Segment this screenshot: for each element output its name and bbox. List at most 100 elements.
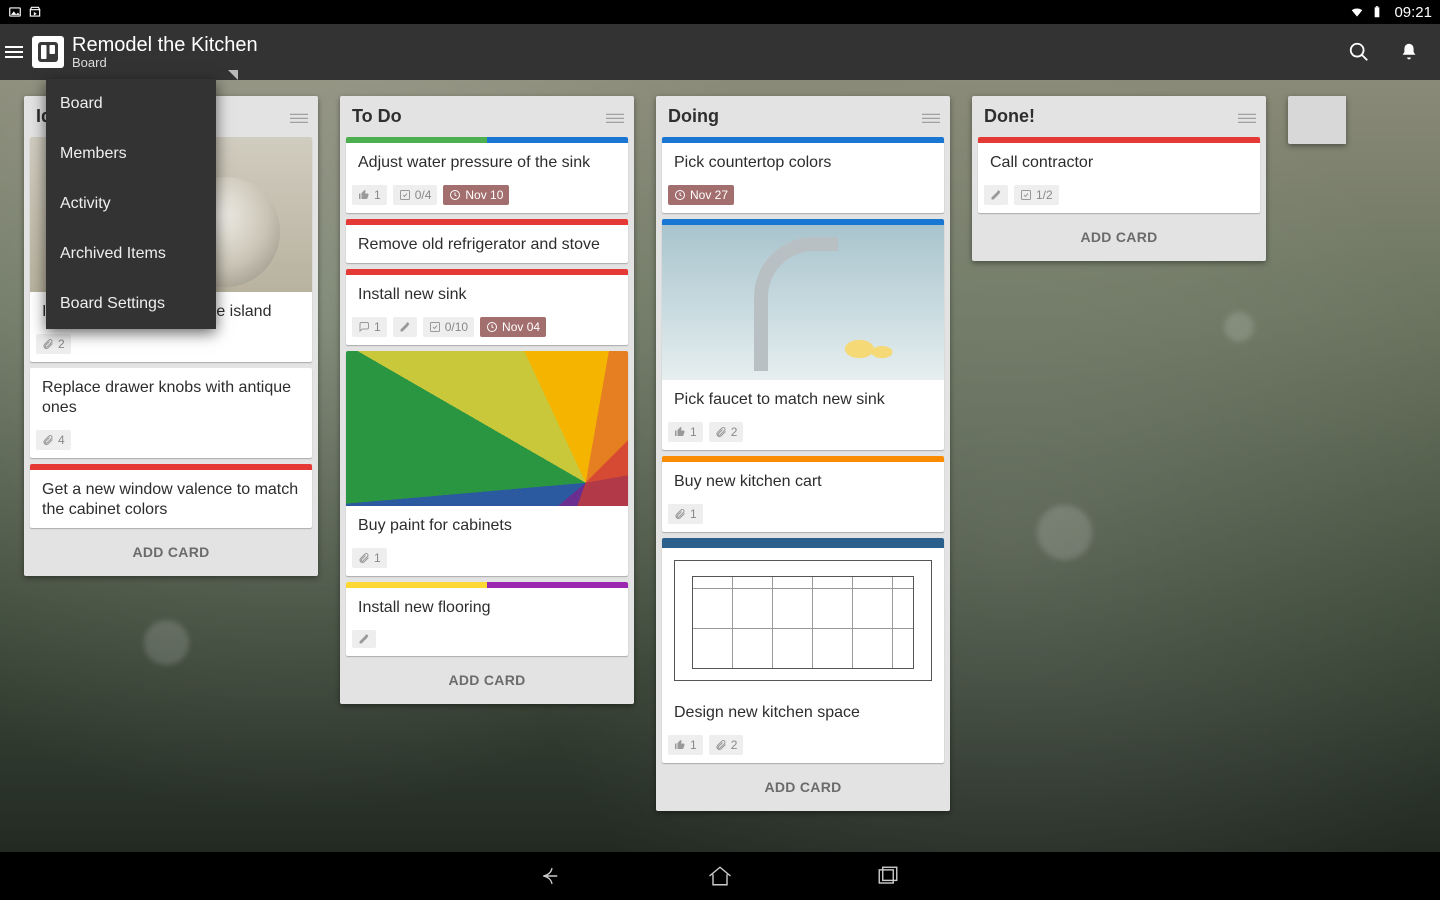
add-card-button[interactable]: ADD CARD (656, 765, 950, 811)
list-title: To Do (352, 106, 606, 127)
card-badges: 1 0/10 Nov 04 (346, 313, 628, 345)
card[interactable]: Adjust water pressure of the sink10/4Nov… (346, 137, 628, 213)
dropdown-item[interactable]: Board Settings (46, 279, 216, 329)
search-icon[interactable] (1348, 41, 1370, 63)
bell-icon[interactable] (1398, 41, 1420, 63)
card-title: Design new kitchen space (674, 703, 932, 723)
card-body: Install new sink (346, 275, 628, 313)
list-menu-icon[interactable]: ——— (290, 111, 306, 123)
dropdown-item[interactable]: Members (46, 129, 216, 179)
cards-container: Adjust water pressure of the sink10/4Nov… (340, 137, 634, 658)
card-body: Design new kitchen space (662, 693, 944, 731)
badge-comment: 1 (352, 317, 387, 337)
card-title: Replace drawer knobs with antique ones (42, 378, 300, 418)
card-labels (346, 219, 628, 225)
app-actionbar: Remodel the Kitchen Board (0, 24, 1440, 80)
clock-text: 09:21 (1394, 4, 1432, 21)
card[interactable]: Replace drawer knobs with antique ones 4 (30, 368, 312, 458)
card[interactable]: Buy new kitchen cart 1 (662, 456, 944, 532)
card-badges: Nov 27 (662, 181, 944, 213)
add-card-button[interactable]: ADD CARD (24, 530, 318, 576)
list[interactable]: Done!———Call contractor1/2ADD CARD (972, 96, 1266, 261)
board-dropdown-menu[interactable]: BoardMembersActivityArchived ItemsBoard … (46, 79, 216, 329)
add-card-button[interactable]: ADD CARD (340, 658, 634, 704)
card-title: Get a new window valence to match the ca… (42, 480, 300, 520)
list-menu-icon[interactable]: ——— (606, 111, 622, 123)
play-store-icon (28, 5, 42, 19)
dropdown-item[interactable]: Activity (46, 179, 216, 229)
add-list-stub[interactable] (1288, 96, 1346, 144)
list[interactable]: Doing———Pick countertop colorsNov 27Pick… (656, 96, 950, 811)
card[interactable]: Pick countertop colors Nov 27 (662, 137, 944, 213)
home-icon[interactable] (706, 862, 734, 890)
badge-check: 1/2 (1014, 185, 1059, 205)
card[interactable]: Install new sink 1 0/10 Nov 04 (346, 269, 628, 345)
badge-pencil (393, 317, 417, 337)
card-badges: 2 (30, 330, 312, 362)
drawer-button[interactable] (0, 24, 28, 80)
badge-clock: Nov 27 (668, 185, 734, 205)
badge-thumb: 1 (668, 735, 703, 755)
card-cover-image (346, 351, 628, 506)
card-body: Replace drawer knobs with antique ones (30, 368, 312, 426)
cards-container: Call contractor 1/2 (972, 137, 1266, 215)
dropdown-item[interactable]: Board (46, 79, 216, 129)
card-title: Install new flooring (358, 598, 616, 618)
card-labels (346, 582, 628, 588)
card[interactable]: Design new kitchen space 12 (662, 538, 944, 763)
badge-clock: Nov 04 (480, 317, 546, 337)
android-statusbar: 09:21 (0, 0, 1440, 24)
badge-paperclip: 1 (668, 504, 703, 524)
badge-paperclip: 1 (352, 548, 387, 568)
card-body: Adjust water pressure of the sink (346, 143, 628, 181)
board-subtitle: Board (72, 56, 1348, 70)
card-badges: 12 (662, 418, 944, 450)
card-body: Pick faucet to match new sink (662, 380, 944, 418)
card-cover-image (662, 538, 944, 693)
card[interactable]: Get a new window valence to match the ca… (30, 464, 312, 528)
card[interactable]: Remove old refrigerator and stove (346, 219, 628, 263)
hamburger-icon (5, 46, 23, 58)
android-navbar (0, 852, 1440, 900)
badge-paperclip: 4 (36, 430, 71, 450)
trello-app-icon[interactable] (32, 36, 64, 68)
card-cover-image (662, 225, 944, 380)
board-title-block[interactable]: Remodel the Kitchen Board (72, 34, 1348, 70)
add-card-button[interactable]: ADD CARD (972, 215, 1266, 261)
card-body: Buy new kitchen cart (662, 462, 944, 500)
card[interactable]: Pick faucet to match new sink12 (662, 219, 944, 450)
recents-icon[interactable] (874, 862, 902, 890)
card-badges: 12 (662, 731, 944, 763)
card[interactable]: Buy paint for cabinets 1 (346, 351, 628, 576)
card-body: Call contractor (978, 143, 1260, 181)
dropdown-item[interactable]: Archived Items (46, 229, 216, 279)
card[interactable]: Call contractor 1/2 (978, 137, 1260, 213)
list-menu-icon[interactable]: ——— (1238, 111, 1254, 123)
board-content: Ideas———Install a pan rack over the isla… (0, 80, 1440, 852)
badge-clock: Nov 10 (443, 185, 509, 205)
card-labels (978, 137, 1260, 143)
card-labels (662, 456, 944, 462)
card-title: Adjust water pressure of the sink (358, 153, 616, 173)
list-menu-icon[interactable]: ——— (922, 111, 938, 123)
card-labels (30, 464, 312, 470)
card-labels (662, 137, 944, 143)
card-title: Buy paint for cabinets (358, 516, 616, 536)
card[interactable]: Install new flooring (346, 582, 628, 656)
card-badges: 1 (662, 500, 944, 532)
list[interactable]: To Do——— Adjust water pressure of the sin… (340, 96, 634, 704)
card-badges: 4 (30, 426, 312, 458)
badge-paperclip: 2 (36, 334, 71, 354)
card-body: Pick countertop colors (662, 143, 944, 181)
card-body: Remove old refrigerator and stove (346, 225, 628, 263)
board-lists[interactable]: Ideas———Install a pan rack over the isla… (24, 96, 1416, 852)
spinner-triangle-icon (228, 70, 238, 80)
list-header: Doing——— (656, 96, 950, 137)
card-labels (346, 137, 628, 143)
wifi-icon (1350, 5, 1364, 19)
card-body: Get a new window valence to match the ca… (30, 470, 312, 528)
badge-check: 0/10 (423, 317, 474, 337)
back-icon[interactable] (538, 862, 566, 890)
badge-thumb: 1 (668, 422, 703, 442)
card-badges: 1 (346, 544, 628, 576)
